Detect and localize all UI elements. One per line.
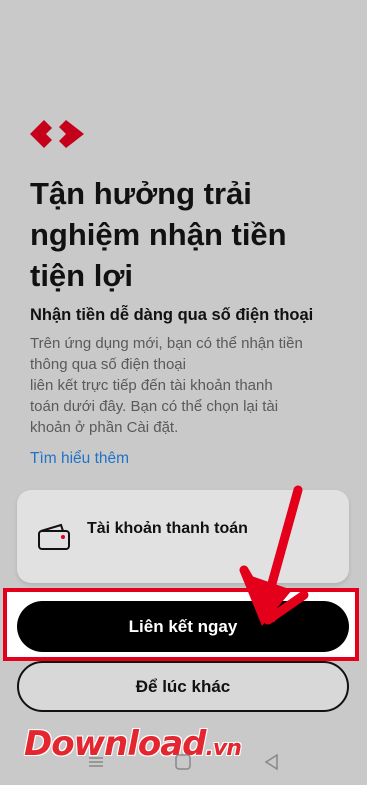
subtitle: Nhận tiền dễ dàng qua số điện thoại (30, 306, 314, 324)
system-nav-bar (0, 740, 367, 785)
link-now-button[interactable]: Liên kết ngay (17, 601, 349, 652)
learn-more-link[interactable]: Tìm hiểu thêm (30, 450, 129, 468)
brand-logo (30, 120, 84, 148)
page-title: Tận hưởng trải nghiệm nhận tiền tiện lợi (30, 176, 287, 293)
back-icon[interactable] (262, 752, 282, 772)
later-button[interactable]: Để lúc khác (17, 661, 349, 712)
description-text: Trên ứng dụng mới, bạn có thể nhận tiền … (30, 335, 303, 436)
home-icon[interactable] (173, 752, 193, 772)
account-label: Tài khoản thanh toán (87, 520, 248, 537)
wallet-icon (38, 523, 70, 550)
payment-account-card[interactable]: Tài khoản thanh toán (17, 490, 349, 583)
menu-icon[interactable] (86, 752, 106, 772)
